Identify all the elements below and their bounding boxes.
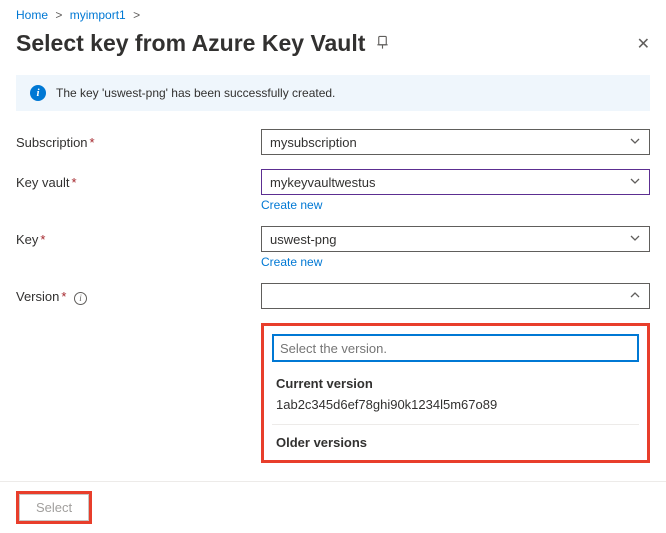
version-dropdown-panel: Current version 1ab2c345d6ef78ghi90k1234… [261, 323, 650, 463]
chevron-right-icon: > [133, 8, 140, 22]
key-create-link[interactable]: Create new [261, 255, 322, 269]
subscription-label: Subscription* [16, 129, 261, 150]
pin-icon[interactable] [375, 35, 390, 53]
subscription-select[interactable]: mysubscription [261, 129, 650, 155]
info-icon[interactable]: i [74, 292, 87, 305]
select-button[interactable]: Select [19, 494, 89, 521]
footer: Select [0, 481, 666, 533]
version-option-current[interactable]: 1ab2c345d6ef78ghi90k1234l5m67o89 [272, 393, 639, 422]
breadcrumb-item[interactable]: myimport1 [70, 8, 126, 22]
page-title: Select key from Azure Key Vault [16, 30, 365, 57]
breadcrumb: Home > myimport1 > [0, 0, 666, 26]
info-icon: i [30, 85, 46, 101]
chevron-right-icon: > [55, 8, 62, 22]
key-value: uswest-png [270, 232, 336, 247]
subscription-value: mysubscription [270, 135, 357, 150]
close-icon[interactable]: ✕ [637, 34, 650, 54]
keyvault-create-link[interactable]: Create new [261, 198, 322, 212]
keyvault-label: Key vault* [16, 169, 261, 190]
breadcrumb-home[interactable]: Home [16, 8, 48, 22]
key-select[interactable]: uswest-png [261, 226, 650, 252]
version-select[interactable] [261, 283, 650, 309]
key-label: Key* [16, 226, 261, 247]
version-label: Version* i [16, 283, 261, 305]
notification-banner: i The key 'uswest-png' has been successf… [16, 75, 650, 111]
select-button-highlight: Select [16, 491, 92, 524]
row-key: Key* uswest-png Create new [16, 226, 650, 269]
page-header: Select key from Azure Key Vault ✕ [0, 26, 666, 69]
divider [272, 424, 639, 425]
row-keyvault: Key vault* mykeyvaultwestus Create new [16, 169, 650, 212]
chevron-down-icon [629, 175, 641, 190]
chevron-down-icon [629, 135, 641, 150]
row-version: Version* i [16, 283, 650, 309]
row-subscription: Subscription* mysubscription [16, 129, 650, 155]
keyvault-select[interactable]: mykeyvaultwestus [261, 169, 650, 195]
notification-text: The key 'uswest-png' has been successful… [56, 86, 335, 100]
form: Subscription* mysubscription Key vault* … [0, 129, 666, 309]
chevron-up-icon [629, 289, 641, 304]
keyvault-value: mykeyvaultwestus [270, 175, 375, 190]
chevron-down-icon [629, 232, 641, 247]
older-versions-header: Older versions [272, 431, 639, 452]
current-version-header: Current version [272, 372, 639, 393]
version-search-input[interactable] [272, 334, 639, 362]
